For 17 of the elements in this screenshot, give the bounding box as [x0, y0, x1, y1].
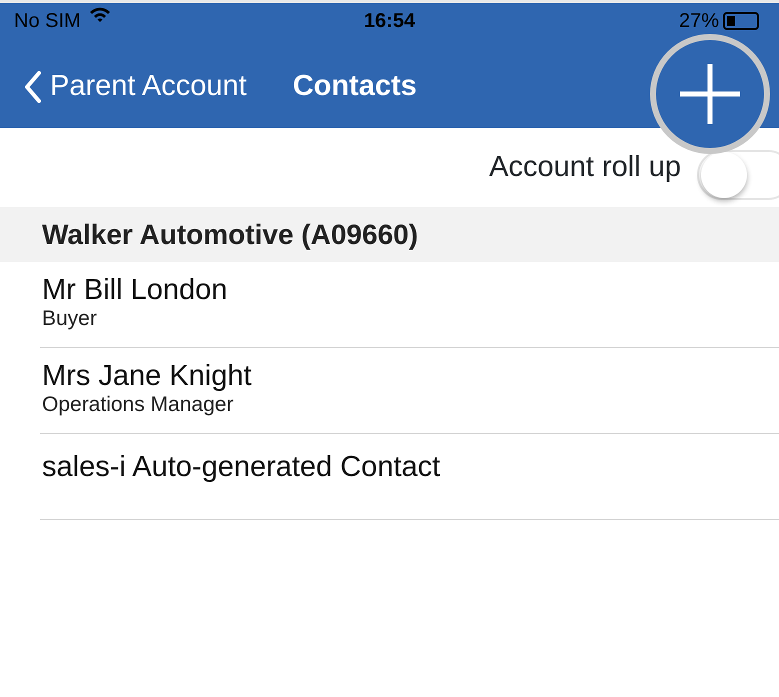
back-button[interactable]: Parent Account — [24, 64, 247, 108]
battery-percent: 27% — [678, 9, 719, 34]
contact-name[interactable]: Mr Bill London — [42, 275, 779, 307]
plus-icon[interactable] — [678, 62, 742, 126]
wifi-icon — [88, 6, 111, 23]
screen-title: Contacts — [292, 68, 417, 104]
roll-up-label: Account roll up — [489, 150, 681, 185]
back-chevron-icon[interactable] — [24, 70, 42, 104]
contact-role: Buyer — [42, 306, 98, 330]
contact-name[interactable]: sales-i Auto-generated Contact — [42, 452, 779, 484]
contact-role: Operations Manager — [42, 392, 234, 416]
battery-icon — [723, 12, 759, 30]
roll-up-toggle[interactable] — [697, 150, 779, 200]
carrier-label: No SIM — [14, 9, 81, 34]
section-header: Walker Automotive (A09660) — [0, 207, 779, 262]
contact-name[interactable]: Mrs Jane Knight — [42, 361, 779, 393]
clock-time: 16:54 — [364, 9, 416, 34]
